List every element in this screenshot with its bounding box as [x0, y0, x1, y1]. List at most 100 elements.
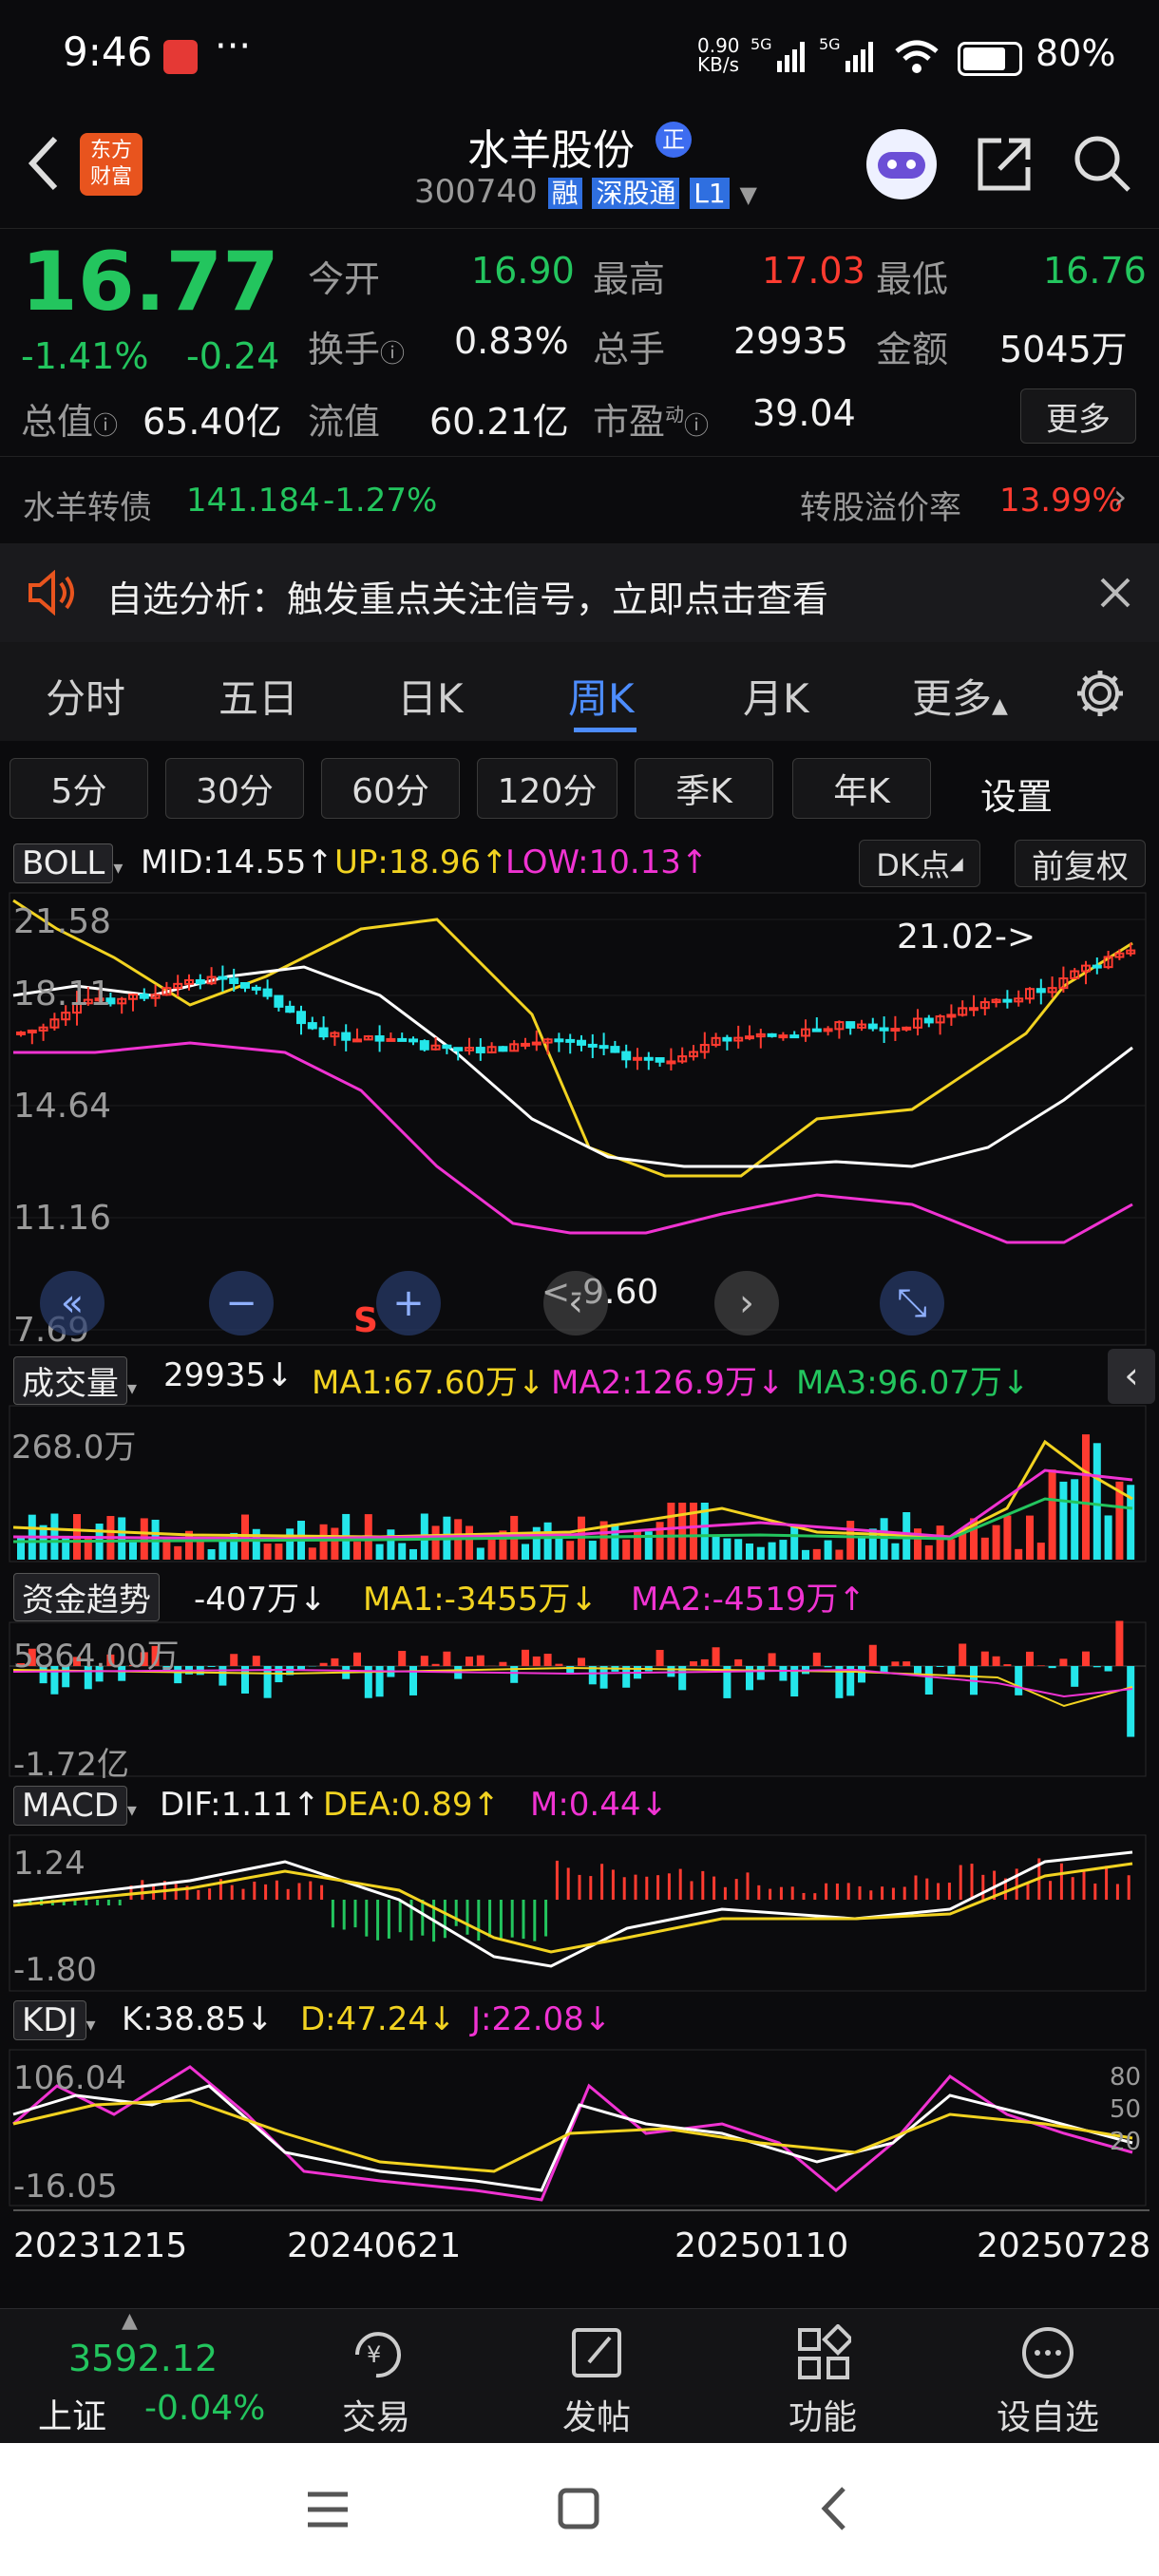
kdj-y-bottom: -16.05	[13, 2168, 118, 2206]
more-button[interactable]: 更多	[1020, 388, 1136, 444]
share-icon[interactable]	[975, 135, 1034, 194]
pe-label: 市盈动ⓘ	[593, 392, 709, 445]
fund-bar	[868, 1644, 877, 1666]
period-year-k[interactable]: 年K	[792, 758, 931, 819]
nav-trade[interactable]: ¥ 交易	[319, 2324, 433, 2439]
macd-indicator-select[interactable]: MACD ▾	[13, 1786, 137, 1826]
info-icon[interactable]: ⓘ	[380, 340, 405, 369]
tab-intraday[interactable]: 分时	[46, 667, 125, 725]
home-icon[interactable]	[557, 2487, 600, 2530]
convertible-bond-row[interactable]: 水羊转债 141.184 -1.27% 转股溢价率 13.99% ›	[0, 456, 1159, 544]
tab-weekly-k[interactable]: 周K	[568, 667, 635, 725]
info-icon[interactable]: ⓘ	[93, 412, 118, 441]
premium-label: 转股溢价率	[800, 489, 961, 527]
boll-mid: MID:14.55↑	[141, 843, 333, 881]
robot-assistant-icon[interactable]	[866, 129, 937, 199]
chart-frame	[9, 1621, 1147, 1777]
close-icon[interactable]	[1100, 578, 1130, 608]
quote-panel: 16.77 -1.41% -0.24 总值ⓘ 65.40亿 今开 16.90 最…	[0, 228, 1159, 457]
candle-body	[16, 1031, 26, 1035]
menu-icon[interactable]	[306, 2491, 350, 2529]
volume-value: 29935↓	[163, 1356, 294, 1394]
fullscreen-icon[interactable]: ⤡	[880, 1271, 944, 1335]
candle-body	[610, 1046, 620, 1053]
macd-dif: DIF:1.11↑	[160, 1786, 320, 1824]
next-icon[interactable]: ›	[714, 1271, 779, 1335]
search-icon[interactable]	[1072, 133, 1132, 194]
index-widget[interactable]: ▲ 3592.12 上证 -0.04%	[0, 2309, 314, 2444]
nav-functions[interactable]: 功能	[766, 2323, 880, 2439]
period-quarter-k[interactable]: 季K	[635, 758, 773, 819]
period-settings[interactable]: 设置	[980, 767, 1053, 820]
fund-name: 资金趋势	[13, 1573, 160, 1621]
dropdown-icon: ▾	[126, 1798, 137, 1821]
fund-bar	[656, 1649, 664, 1666]
current-price: 16.77	[21, 235, 280, 330]
dk-point-button[interactable]: DK点 ◢	[859, 840, 980, 887]
bottom-toolbar: ▲ 3592.12 上证 -0.04% ¥ 交易 发帖 功能 设自选	[0, 2308, 1159, 2444]
prev-icon[interactable]: ‹	[543, 1271, 608, 1335]
y-label-4: 11.16	[13, 1199, 112, 1238]
collapse-panel-icon[interactable]: ‹	[1108, 1349, 1155, 1404]
candle-body	[251, 986, 261, 991]
candle-body	[789, 1034, 800, 1039]
volume-bar	[174, 1545, 182, 1560]
boll-name: BOLL	[13, 843, 114, 883]
back-icon[interactable]	[23, 133, 65, 194]
zoom-out-icon[interactable]: −	[209, 1271, 274, 1335]
volume-bar	[790, 1526, 799, 1560]
nav-add-watchlist[interactable]: 设自选	[986, 2324, 1110, 2439]
fund-y-top: 5864.00万	[13, 1638, 180, 1676]
fund-indicator-select[interactable]: 资金趋势	[13, 1573, 160, 1621]
fund-bar	[522, 1649, 529, 1666]
price-change: -0.24	[186, 335, 280, 377]
macd-chart	[9, 1834, 1147, 1992]
tab-monthly-k[interactable]: 月K	[743, 667, 809, 725]
kdj-j-value: J:22.08	[471, 2000, 584, 2038]
low-value: 16.76	[1043, 250, 1147, 292]
kdj-indicator-select[interactable]: KDJ ▾	[13, 2000, 96, 2040]
volume-chart	[9, 1405, 1147, 1563]
period-120min[interactable]: 120分	[477, 758, 618, 819]
nav-post[interactable]: 发帖	[540, 2324, 654, 2439]
candle-body	[890, 1028, 901, 1032]
volume-bar	[566, 1541, 575, 1560]
period-60min[interactable]: 60分	[321, 758, 460, 819]
volume-bar	[622, 1539, 631, 1560]
macd-dea: DEA:0.89↑	[323, 1786, 500, 1824]
tab-daily-k[interactable]: 日K	[397, 667, 464, 725]
tab-more[interactable]: 更多▲	[912, 667, 1008, 725]
svg-text:5G: 5G	[750, 36, 772, 53]
nav-trade-label: 交易	[341, 2398, 410, 2437]
zoom-in-icon[interactable]: +	[376, 1271, 441, 1335]
fund-bar	[891, 1661, 900, 1666]
macd-header: MACD ▾ DIF:1.11↑ DEA:0.89↑ M:0.44↓	[0, 1778, 1159, 1833]
more-notifications-icon: ···	[215, 25, 252, 68]
back-nav-icon[interactable]	[815, 2485, 853, 2532]
fund-value: -407万↓	[194, 1581, 327, 1619]
volume-bar	[992, 1525, 1000, 1560]
volume-label: 总手	[593, 329, 666, 370]
fund-bar	[1115, 1620, 1124, 1666]
gear-icon[interactable]	[1074, 667, 1127, 720]
code-dropdown-icon[interactable]: ▼	[740, 181, 757, 208]
connect-tag: 深股通	[592, 178, 680, 209]
price-change-pct: -1.41%	[21, 335, 149, 377]
period-5min[interactable]: 5分	[10, 758, 148, 819]
period-30min[interactable]: 30分	[165, 758, 304, 819]
date-label-2: 20240621	[287, 2226, 462, 2265]
info-icon[interactable]: ⓘ	[684, 412, 709, 441]
volume-indicator-select[interactable]: 成交量 ▾	[13, 1356, 137, 1405]
adjust-button[interactable]: 前复权	[1015, 840, 1146, 887]
float-label: 流值	[308, 401, 381, 443]
kdj-header: KDJ ▾ K:38.85↓ D:47.24↓ J:22.08↓	[0, 1993, 1159, 2048]
fund-bar	[902, 1661, 911, 1666]
fund-bar	[824, 1666, 832, 1668]
scroll-left-icon[interactable]: «	[40, 1271, 104, 1335]
volume-bar	[263, 1544, 272, 1560]
boll-indicator-select[interactable]: BOLL ▾	[13, 843, 123, 883]
tab-five-day[interactable]: 五日	[218, 667, 298, 725]
fund-header: 资金趋势 -407万↓ MA1:-3455万↓ MA2:-4519万↑	[0, 1565, 1159, 1621]
notice-bar[interactable]: 自选分析：触发重点关注信号，立即点击查看	[0, 543, 1159, 642]
stock-code: 300740	[414, 173, 538, 211]
